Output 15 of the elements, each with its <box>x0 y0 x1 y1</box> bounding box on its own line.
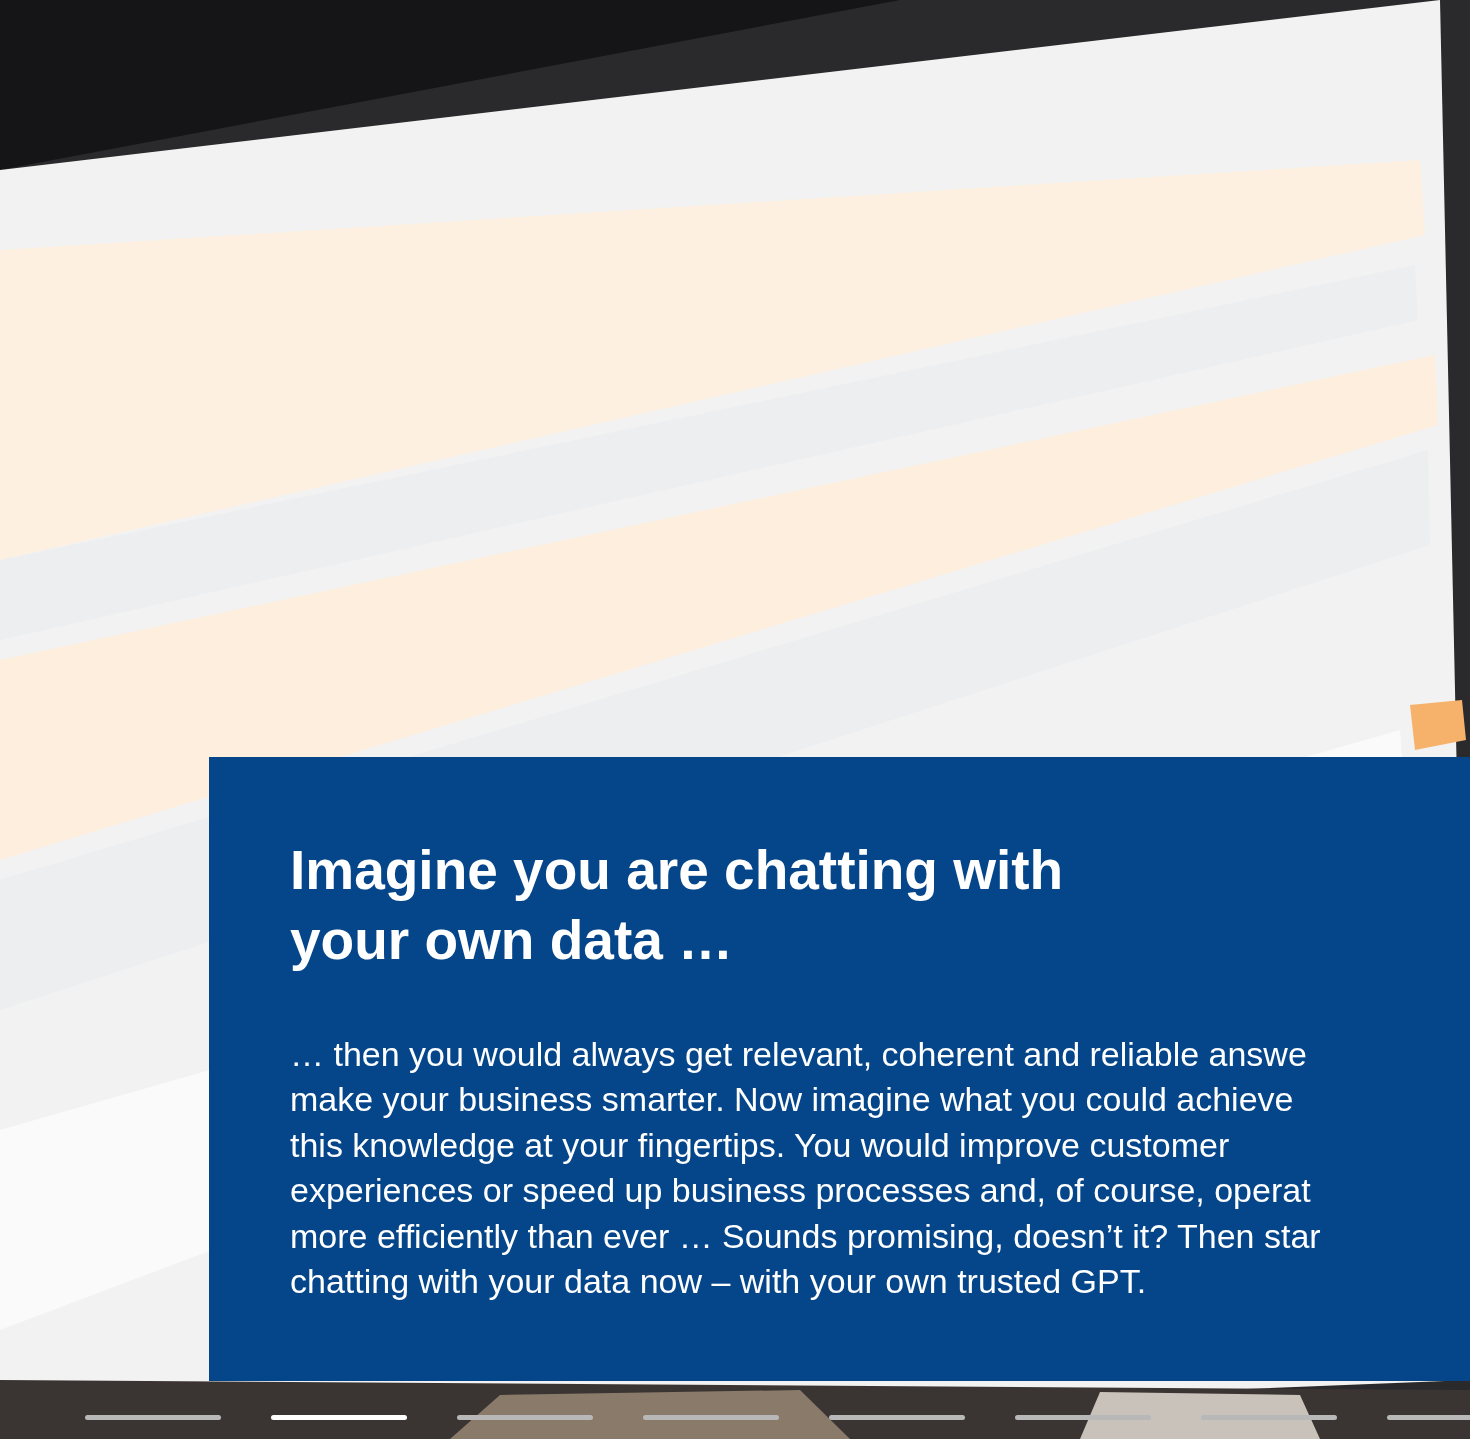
carousel-indicator[interactable] <box>643 1415 779 1420</box>
carousel-indicator[interactable] <box>1201 1415 1337 1420</box>
body-text-line: experiences or speed up business processes and, of course, operat <box>290 1170 1311 1212</box>
carousel-indicator[interactable] <box>271 1415 407 1420</box>
carousel-indicator[interactable] <box>457 1415 593 1420</box>
carousel-indicator[interactable] <box>1015 1415 1151 1420</box>
body-text-line: more efficiently than ever … Sounds promising, doesn’t it? Then star <box>290 1215 1321 1257</box>
body-text-line: make your business smarter. Now imagine what you could achieve <box>290 1079 1294 1121</box>
body-text-line: chatting with your data now – with your own trusted GPT. <box>290 1261 1147 1303</box>
carousel-indicator[interactable] <box>85 1415 221 1420</box>
heading-line: Imagine you are chatting with <box>290 838 1064 903</box>
body-text-line: this knowledge at your fingertips. You would improve customer <box>290 1124 1230 1166</box>
body-text-line: … then you would always get relevant, coherent and reliable answe <box>290 1034 1307 1075</box>
heading-line: your own data … <box>290 908 734 973</box>
carousel-indicator[interactable] <box>829 1415 965 1420</box>
